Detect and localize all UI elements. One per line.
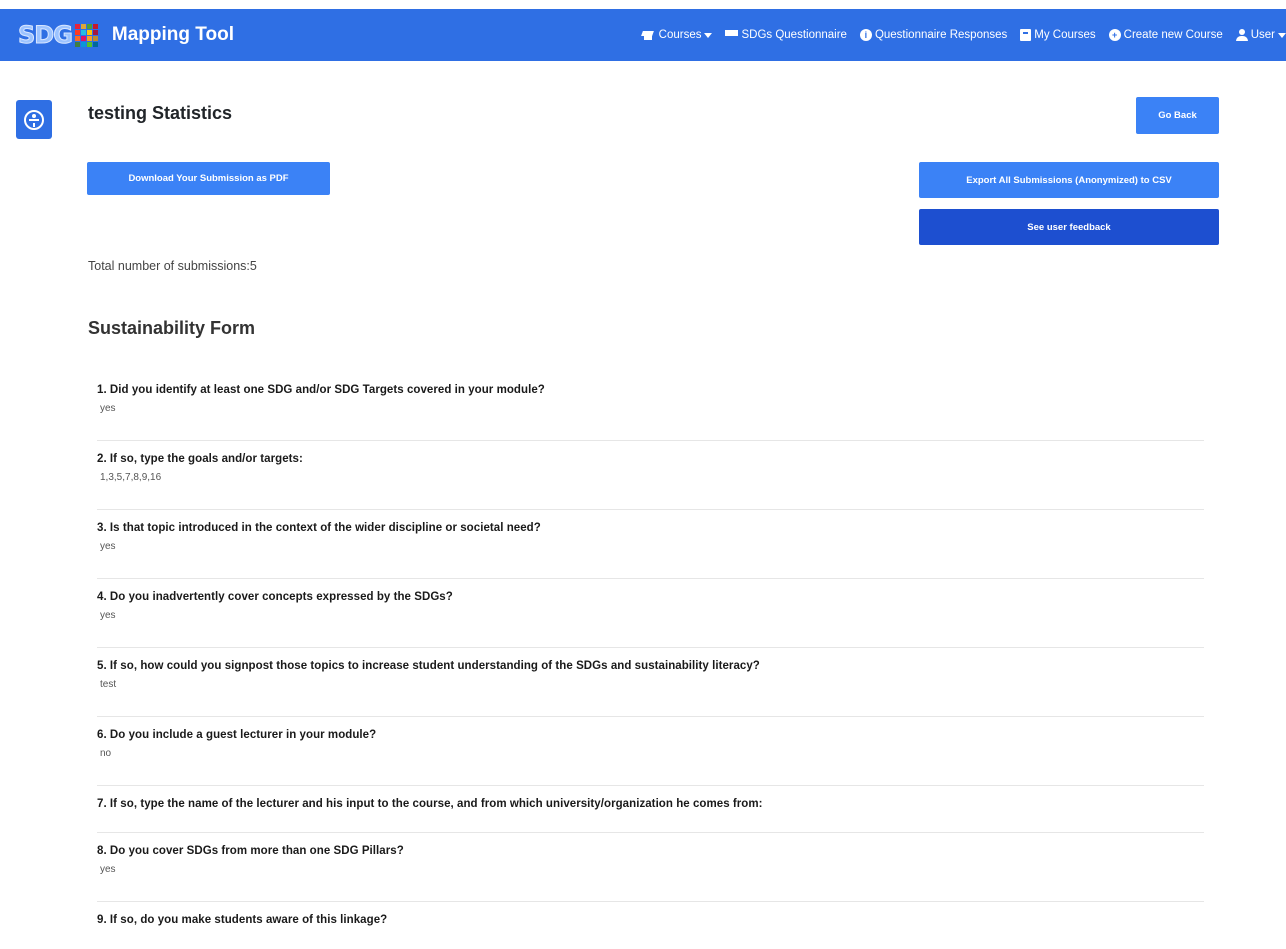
info-circle-icon: i bbox=[859, 29, 872, 41]
question-item: 3. Is that topic introduced in the conte… bbox=[97, 510, 1204, 579]
page-title: testing Statistics bbox=[88, 103, 233, 123]
nav-my-courses[interactable]: My Courses bbox=[1020, 29, 1096, 41]
answer-text: test bbox=[100, 679, 117, 690]
nav-my-courses-label: My Courses bbox=[1034, 29, 1096, 41]
nav-questionnaire-responses[interactable]: i Questionnaire Responses bbox=[859, 29, 1008, 41]
brand[interactable]: SDG Mapping Tool bbox=[18, 20, 234, 50]
sdg-color-tile bbox=[80, 23, 86, 29]
answer-text: yes bbox=[100, 403, 116, 414]
question-list: 1. Did you identify at least one SDG and… bbox=[97, 372, 1204, 949]
sdg-color-tiles bbox=[74, 23, 98, 47]
sdg-color-tile bbox=[74, 35, 80, 41]
nav-create-course-label: Create new Course bbox=[1123, 29, 1223, 41]
graduation-cap-icon bbox=[641, 30, 656, 41]
accessibility-icon bbox=[24, 109, 44, 130]
sdg-color-tile bbox=[74, 41, 80, 47]
nav-user-label: User bbox=[1250, 29, 1275, 41]
brand-title: Mapping Tool bbox=[111, 24, 234, 45]
see-user-feedback-button[interactable]: See user feedback bbox=[919, 209, 1219, 245]
sdg-color-tile bbox=[86, 23, 92, 29]
question-text: 7. If so, type the name of the lecturer … bbox=[97, 798, 763, 810]
caret-down-icon bbox=[1278, 32, 1286, 38]
question-item: 4. Do you inadvertently cover concepts e… bbox=[97, 579, 1204, 648]
sdg-color-tile bbox=[80, 35, 86, 41]
plus-circle-icon: + bbox=[1108, 29, 1121, 41]
question-item: 7. If so, type the name of the lecturer … bbox=[97, 786, 1204, 833]
question-text: 8. Do you cover SDGs from more than one … bbox=[97, 845, 404, 857]
top-navbar: SDG Mapping Tool Courses SDGs Questionna… bbox=[0, 9, 1286, 61]
question-text: 5. If so, how could you signpost those t… bbox=[97, 660, 760, 672]
question-item: 9. If so, do you make students aware of … bbox=[97, 902, 1204, 949]
sdg-color-tile bbox=[74, 29, 80, 35]
nav-questionnaire-responses-label: Questionnaire Responses bbox=[874, 29, 1008, 41]
sdg-color-tile bbox=[86, 35, 92, 41]
question-item: 2. If so, type the goals and/or targets:… bbox=[97, 441, 1204, 510]
question-text: 6. Do you include a guest lecturer in yo… bbox=[97, 729, 377, 741]
sdg-color-tile bbox=[92, 23, 98, 29]
nav-sdgs-questionnaire-label: SDGs Questionnaire bbox=[741, 29, 847, 41]
question-text: 2. If so, type the goals and/or targets: bbox=[97, 453, 303, 465]
answer-text: no bbox=[100, 748, 112, 759]
question-text: 3. Is that topic introduced in the conte… bbox=[97, 522, 541, 534]
sdg-color-tile bbox=[92, 29, 98, 35]
sdg-logo: SDG bbox=[18, 20, 98, 50]
caret-down-icon bbox=[704, 32, 713, 38]
nav-user[interactable]: User bbox=[1235, 29, 1286, 41]
form-title: Sustainability Form bbox=[88, 318, 256, 338]
sdg-color-tile bbox=[74, 23, 80, 29]
sdg-color-tile bbox=[86, 29, 92, 35]
nav-links: Courses SDGs Questionnaire i Questionnai… bbox=[628, 9, 1286, 61]
export-csv-button[interactable]: Export All Submissions (Anonymized) to C… bbox=[919, 162, 1219, 198]
answer-text: yes bbox=[100, 610, 116, 621]
nav-courses-label: Courses bbox=[658, 29, 702, 41]
nav-courses[interactable]: Courses bbox=[641, 29, 713, 41]
nav-create-course[interactable]: + Create new Course bbox=[1108, 29, 1223, 41]
answer-text: yes bbox=[100, 541, 116, 552]
accessibility-button[interactable] bbox=[16, 100, 52, 139]
question-item: 1. Did you identify at least one SDG and… bbox=[97, 372, 1204, 441]
sdg-color-tile bbox=[80, 41, 86, 47]
list-icon bbox=[725, 30, 739, 40]
sdg-logo-text: SDG bbox=[18, 21, 74, 50]
answer-text: 1,3,5,7,8,9,16 bbox=[100, 472, 162, 483]
sdg-color-tile bbox=[92, 35, 98, 41]
question-text: 4. Do you inadvertently cover concepts e… bbox=[97, 591, 453, 603]
sdg-color-tile bbox=[92, 41, 98, 47]
total-submissions: Total number of submissions:5 bbox=[88, 259, 257, 273]
question-text: 9. If so, do you make students aware of … bbox=[97, 914, 388, 926]
sdg-color-tile bbox=[80, 29, 86, 35]
question-text: 1. Did you identify at least one SDG and… bbox=[97, 384, 545, 396]
user-icon bbox=[1235, 29, 1248, 41]
go-back-button[interactable]: Go Back bbox=[1136, 97, 1219, 134]
nav-sdgs-questionnaire[interactable]: SDGs Questionnaire bbox=[725, 29, 847, 41]
answer-text: yes bbox=[100, 864, 116, 875]
sdg-color-tile bbox=[86, 41, 92, 47]
question-item: 6. Do you include a guest lecturer in yo… bbox=[97, 717, 1204, 786]
question-item: 8. Do you cover SDGs from more than one … bbox=[97, 833, 1204, 902]
download-pdf-button[interactable]: Download Your Submission as PDF bbox=[87, 162, 330, 195]
book-icon bbox=[1020, 29, 1032, 41]
question-item: 5. If so, how could you signpost those t… bbox=[97, 648, 1204, 717]
